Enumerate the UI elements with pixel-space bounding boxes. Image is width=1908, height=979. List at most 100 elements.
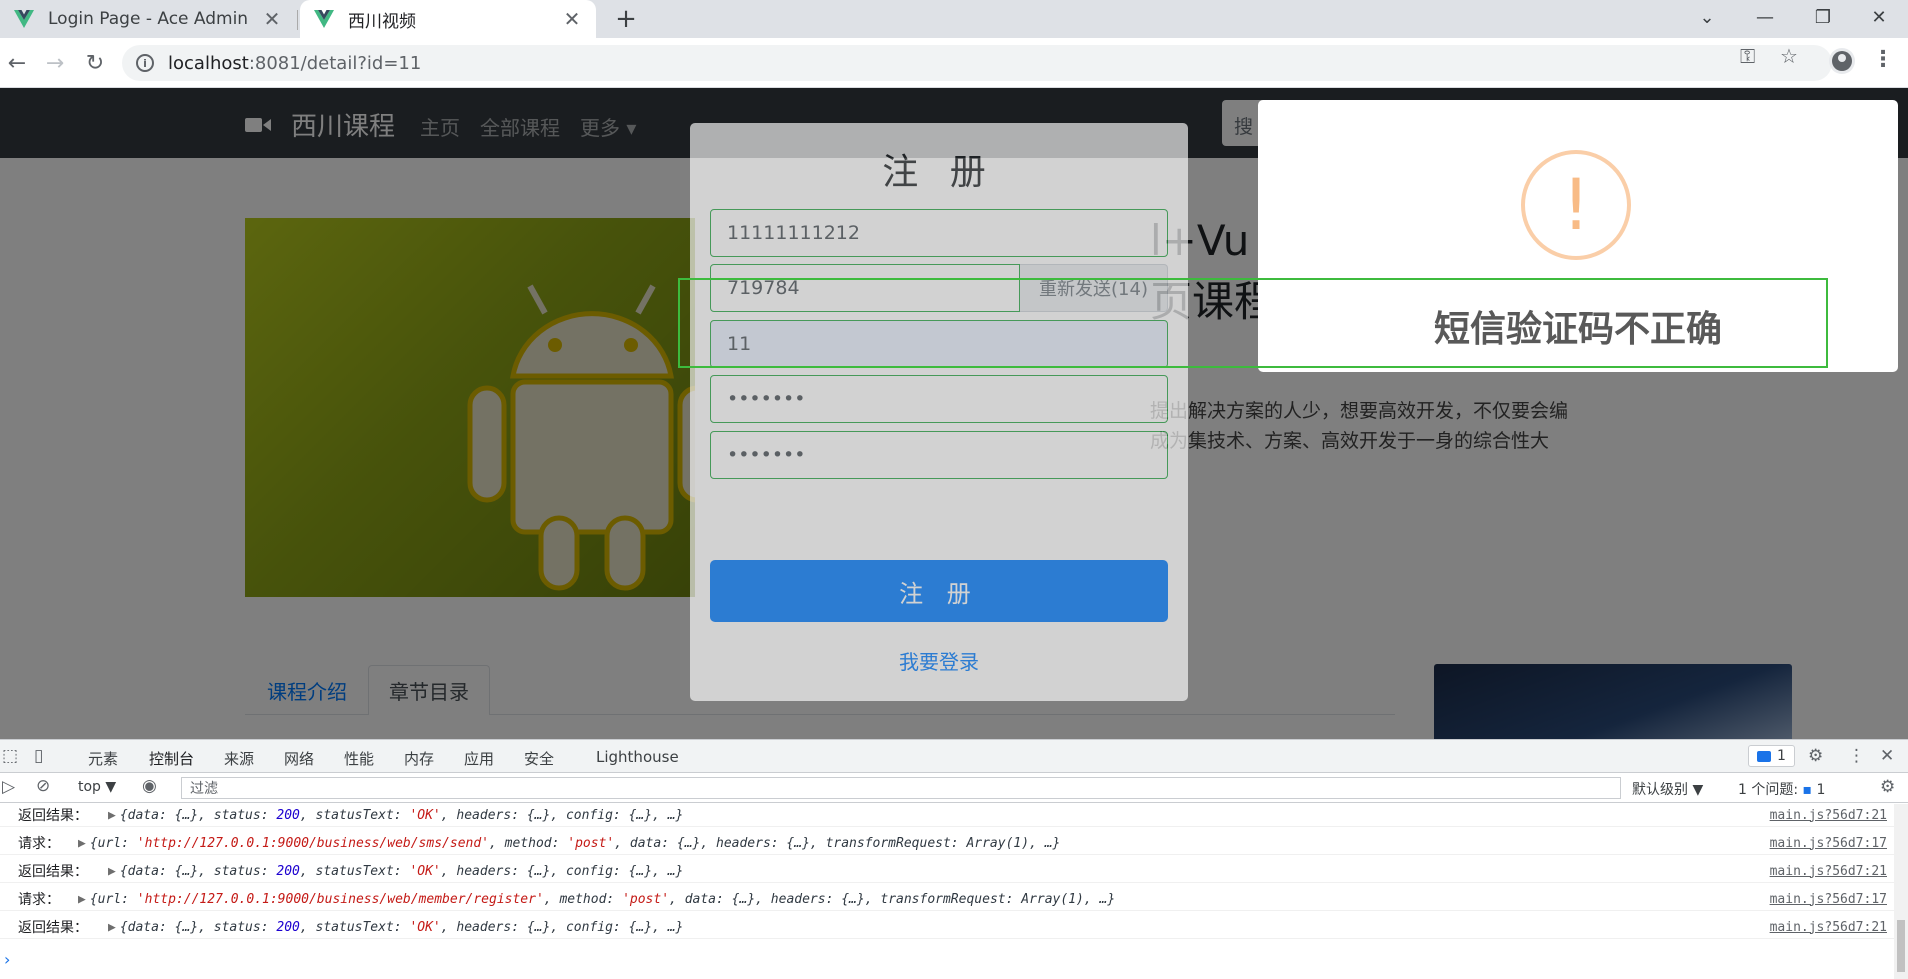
log-text: , method: <box>543 891 623 907</box>
star-icon[interactable]: ☆ <box>1780 44 1798 68</box>
log-text: , headers: {…}, config: {…}, …} <box>440 807 684 823</box>
eye-icon[interactable]: ◉ <box>142 776 157 796</box>
browser-menu-icon[interactable]: ⋮ <box>1872 47 1894 72</box>
tab-title: 西川视频 <box>348 11 416 32</box>
log-string: 'post' <box>567 835 615 851</box>
log-source-link[interactable]: main.js?56d7:21 <box>1770 808 1887 823</box>
modal-title: 注 册 <box>882 152 996 193</box>
tab-search-icon[interactable]: ⌄ <box>1678 0 1736 34</box>
console-prompt[interactable]: › <box>4 950 10 969</box>
restore-button[interactable]: ❐ <box>1794 0 1852 34</box>
log-object-preview[interactable]: ▶ {data: {…}, status: 200, statusText: 'O… <box>108 808 683 823</box>
url-host: localhost <box>168 52 249 74</box>
log-text: , data: {…}, headers: {…}, transformRequ… <box>614 835 1061 851</box>
vue-logo-icon <box>14 10 34 28</box>
log-prefix: 返回结果： <box>18 864 88 880</box>
log-text: , headers: {…}, config: {…}, …} <box>440 919 684 935</box>
devtools-tab-application[interactable]: 应用 <box>464 748 494 769</box>
password-input[interactable]: ••••••• <box>710 375 1168 423</box>
page-viewport: 西川课程 主页 全部课程 更多 ▾ 搜 l+Vu 页课程 提出解决方案的人少，想… <box>0 88 1908 739</box>
phone-input[interactable]: 11111111212 <box>710 209 1168 257</box>
close-window-button[interactable]: ✕ <box>1850 0 1908 34</box>
register-submit-button[interactable]: 注 册 <box>710 560 1168 622</box>
log-number: 200 <box>276 807 300 823</box>
login-link[interactable]: 我要登录 <box>690 646 1188 675</box>
log-string: 'OK' <box>409 807 441 823</box>
tab-title: Login Page - Ace Admin <box>48 9 249 29</box>
console-scrollbar[interactable] <box>1894 804 1908 979</box>
devtools-tab-sources[interactable]: 来源 <box>224 748 254 769</box>
address-toolbar: ← → ↻ i localhost:8081/detail?id=11 ⚿ ☆ … <box>0 38 1908 88</box>
highlight-box <box>678 278 1828 368</box>
log-object-preview[interactable]: ▶ {url: 'http://127.0.0.1:9000/business/w… <box>78 892 1115 907</box>
log-source-link[interactable]: main.js?56d7:17 <box>1770 836 1887 851</box>
log-string: 'OK' <box>409 919 441 935</box>
site-info-icon[interactable]: i <box>136 54 154 72</box>
warning-icon: ! <box>1521 150 1631 260</box>
log-source-link[interactable]: main.js?56d7:21 <box>1770 864 1887 879</box>
back-arrow-icon[interactable]: ← <box>2 48 32 78</box>
issues-badge-count: 1 <box>1777 748 1786 764</box>
issues-count: 1 <box>1816 782 1826 798</box>
devtools-tab-console[interactable]: 控制台 <box>144 748 199 779</box>
close-devtools-icon[interactable]: ✕ <box>1880 746 1894 766</box>
issues-badge[interactable]: 1 <box>1748 745 1795 767</box>
log-text: , statusText: <box>299 807 410 823</box>
log-number: 200 <box>276 919 300 935</box>
issues-label: 1 个问题: <box>1738 782 1799 798</box>
log-level-selector[interactable]: 默认级别 ▼ <box>1632 779 1703 799</box>
devtools-panel: ⬚ ▯ 元素 控制台 来源 网络 性能 内存 应用 安全 Lighthouse … <box>0 739 1908 979</box>
device-toolbar-icon[interactable]: ▯ <box>34 746 43 766</box>
log-number: 200 <box>276 863 300 879</box>
log-text: , statusText: <box>299 919 410 935</box>
log-prefix: 返回结果： <box>18 920 88 936</box>
console-log-row: 返回结果： ▶ {data: {…}, status: 200, statusTex… <box>0 804 1895 827</box>
console-log-row: 请求： ▶ {url: 'http://127.0.0.1:9000/busines… <box>0 888 1895 911</box>
minimize-button[interactable]: — <box>1736 0 1794 34</box>
console-filter-input[interactable]: 过滤 <box>181 777 1621 799</box>
expand-triangle-icon: ▶ <box>78 835 86 851</box>
browser-tab-login[interactable]: Login Page - Ace Admin ✕ <box>0 0 296 38</box>
devtools-tab-memory[interactable]: 内存 <box>404 748 434 769</box>
context-selector[interactable]: top ▼ <box>78 779 116 795</box>
message-icon: ▪ <box>1802 782 1813 798</box>
console-settings-icon[interactable]: ⚙ <box>1880 777 1895 797</box>
url-text[interactable]: localhost:8081/detail?id=11 <box>168 53 421 74</box>
devtools-menu-icon[interactable]: ⋮ <box>1848 746 1865 766</box>
tab-separator <box>297 10 298 30</box>
log-source-link[interactable]: main.js?56d7:21 <box>1770 920 1887 935</box>
address-bar[interactable]: i localhost:8081/detail?id=11 <box>122 45 1832 81</box>
issues-counter[interactable]: 1 个问题: ▪ 1 <box>1738 779 1825 799</box>
profile-avatar-icon[interactable] <box>1829 48 1855 74</box>
console-toolbar: ▷ ⊘ top ▼ ◉ 过滤 默认级别 ▼ 1 个问题: ▪ 1 ⚙ <box>0 773 1908 803</box>
url-path: :8081/detail?id=11 <box>248 52 422 74</box>
confirm-password-input[interactable]: ••••••• <box>710 431 1168 479</box>
devtools-tab-lighthouse[interactable]: Lighthouse <box>596 748 679 766</box>
log-text: , headers: {…}, config: {…}, …} <box>440 863 684 879</box>
log-object-preview[interactable]: ▶ {data: {…}, status: 200, statusText: 'O… <box>108 864 683 879</box>
log-object-preview[interactable]: ▶ {data: {…}, status: 200, statusText: 'O… <box>108 920 683 935</box>
sidebar-toggle-icon[interactable]: ▷ <box>2 777 15 797</box>
log-text: {url: <box>89 835 137 851</box>
forward-arrow-icon[interactable]: → <box>40 48 70 78</box>
reload-icon[interactable]: ↻ <box>80 48 110 78</box>
message-icon <box>1757 750 1771 762</box>
devtools-tab-network[interactable]: 网络 <box>284 748 314 769</box>
devtools-tab-elements[interactable]: 元素 <box>88 748 118 769</box>
console-log-row: 请求： ▶ {url: 'http://127.0.0.1:9000/busines… <box>0 832 1895 855</box>
settings-gear-icon[interactable]: ⚙ <box>1808 746 1823 766</box>
log-source-link[interactable]: main.js?56d7:17 <box>1770 892 1887 907</box>
new-tab-button[interactable]: + <box>612 4 640 34</box>
key-icon[interactable]: ⚿ <box>1740 44 1755 68</box>
browser-tab-active[interactable]: 西川视频 ✕ <box>300 0 596 38</box>
console-log-row: 返回结果： ▶ {data: {…}, status: 200, statusTex… <box>0 860 1895 883</box>
close-tab-icon[interactable]: ✕ <box>262 7 282 31</box>
log-object-preview[interactable]: ▶ {url: 'http://127.0.0.1:9000/business/w… <box>78 836 1060 851</box>
devtools-tab-performance[interactable]: 性能 <box>344 748 374 769</box>
devtools-tab-security[interactable]: 安全 <box>524 748 554 769</box>
inspect-element-icon[interactable]: ⬚ <box>2 746 18 766</box>
log-prefix: 请求： <box>18 836 60 852</box>
close-tab-icon[interactable]: ✕ <box>562 7 582 31</box>
log-string: 'http://127.0.0.1:9000/business/web/sms/… <box>136 835 489 851</box>
clear-console-icon[interactable]: ⊘ <box>36 776 50 796</box>
